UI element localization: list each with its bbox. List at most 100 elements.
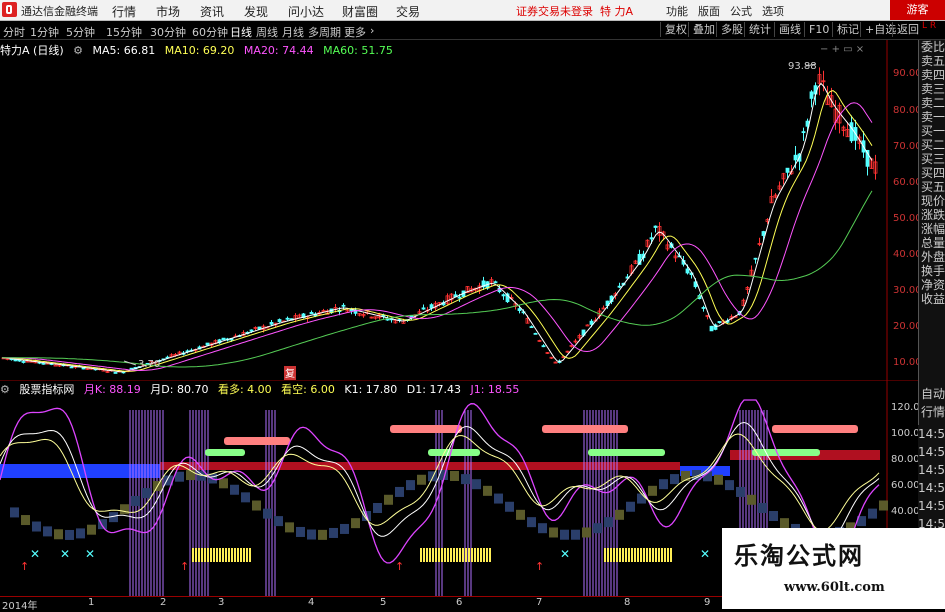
menu-item-market[interactable]: 行情 (112, 3, 136, 20)
cross-marker: ✕ (700, 547, 710, 561)
side-item-auto[interactable]: 自动 (919, 385, 945, 403)
histogram-block (582, 527, 591, 538)
histogram-block (307, 529, 316, 540)
histogram-block (615, 509, 624, 520)
period-weekly[interactable]: 周线 (256, 24, 278, 40)
side-item-ratio[interactable]: 委比 (919, 40, 945, 54)
period-5min[interactable]: 5分钟 (66, 24, 95, 40)
period-tick[interactable]: 分时 (3, 24, 25, 40)
top-signal (772, 425, 858, 433)
cross-marker: ✕ (30, 547, 40, 561)
mid-signal (588, 449, 665, 456)
date-label: 8 (624, 597, 631, 608)
login-notice[interactable]: 证券交易未登录 特 力A (516, 3, 633, 19)
histogram-block (659, 479, 668, 490)
side-item-bid3[interactable]: 买三 (919, 152, 945, 166)
side-item-change-pct[interactable]: 涨幅 (919, 222, 945, 236)
candle-body (701, 307, 706, 309)
tool-draw[interactable]: 画线 (774, 22, 801, 37)
candle-body (793, 154, 798, 161)
yellow-signal (213, 548, 215, 562)
yellow-signal (667, 548, 669, 562)
date-label: 2 (160, 597, 167, 608)
yellow-signal (246, 548, 248, 562)
period-60min[interactable]: 60分钟 (192, 24, 228, 40)
candle-body (617, 285, 622, 288)
side-item-ask3[interactable]: 卖三 (919, 82, 945, 96)
yellow-signal (210, 548, 212, 562)
tick-time: 14:50 (918, 463, 945, 477)
side-item-quote[interactable]: 行情 (919, 403, 945, 421)
yellow-signal (634, 548, 636, 562)
histogram-block (230, 484, 239, 495)
candlestick-chart[interactable]: 93.88 3.70 90.00 80.00 70.00 60.00 50.00… (0, 40, 918, 380)
chevron-right-icon[interactable]: › (370, 24, 374, 37)
side-item-bid2[interactable]: 买二 (919, 138, 945, 152)
menu-formula[interactable]: 公式 (730, 3, 752, 19)
candle-body (69, 366, 74, 369)
candle-body (41, 362, 46, 365)
candle-body (801, 131, 806, 134)
side-item-outer[interactable]: 外盘 (919, 250, 945, 264)
candle-body (753, 257, 758, 260)
main-y-tick-10: 10.00 (893, 357, 918, 368)
side-item-ask1[interactable]: 卖一 (919, 110, 945, 124)
yellow-signal (231, 548, 233, 562)
side-item-volume[interactable]: 总量 (919, 236, 945, 250)
buy-arrow-icon: ↑ (20, 560, 29, 573)
histogram-block (626, 501, 635, 512)
period-daily[interactable]: 日线 (230, 24, 252, 40)
histogram-block (32, 521, 41, 532)
tool-stats[interactable]: 统计 (744, 22, 771, 37)
tool-multi-stock[interactable]: 多股 (716, 22, 743, 37)
candle-body (501, 294, 506, 297)
tool-mark[interactable]: 标记 (832, 22, 859, 37)
side-item-ask4[interactable]: 卖四 (919, 68, 945, 82)
histogram-block (384, 494, 393, 505)
side-item-bid1[interactable]: 买一 (919, 124, 945, 138)
histogram-block (769, 511, 778, 522)
tool-overlay[interactable]: 叠加 (688, 22, 715, 37)
ma-line (2, 102, 873, 372)
tool-back[interactable]: 返回 (892, 22, 919, 37)
menu-item-discover[interactable]: 发现 (244, 3, 268, 20)
guest-button[interactable]: 游客 (890, 0, 945, 20)
menu-function[interactable]: 功能 (666, 3, 688, 19)
side-item-bid5[interactable]: 买五 (919, 180, 945, 194)
menu-item-markets[interactable]: 市场 (156, 3, 180, 20)
menu-item-trade[interactable]: 交易 (396, 3, 420, 20)
tool-f10[interactable]: F10 (804, 22, 829, 37)
histogram-block (142, 488, 151, 499)
yellow-signal (195, 548, 197, 562)
side-item-bid4[interactable]: 买四 (919, 166, 945, 180)
menu-options[interactable]: 选项 (762, 3, 784, 19)
histogram-block (175, 471, 184, 482)
side-item-change[interactable]: 涨跌 (919, 208, 945, 222)
yellow-signal (198, 548, 200, 562)
side-item-ask2[interactable]: 卖二 (919, 96, 945, 110)
menu-item-news[interactable]: 资讯 (200, 3, 224, 20)
histogram-block (450, 470, 459, 481)
period-multi[interactable]: 多周期 (308, 24, 341, 40)
yellow-signal (652, 548, 654, 562)
period-more[interactable]: 更多 (344, 24, 366, 40)
tool-add-watch[interactable]: +自选 (860, 22, 896, 37)
side-item-turnover[interactable]: 换手 (919, 264, 945, 278)
yellow-signal (237, 548, 239, 562)
menu-item-ask[interactable]: 问小达 (288, 3, 324, 20)
histogram-block (879, 500, 888, 511)
period-monthly[interactable]: 月线 (282, 24, 304, 40)
side-item-net-assets[interactable]: 净资 (919, 278, 945, 292)
period-1min[interactable]: 1分钟 (30, 24, 59, 40)
candle-body (541, 345, 546, 348)
period-30min[interactable]: 30分钟 (150, 24, 186, 40)
side-item-earnings[interactable]: 收益 (919, 292, 945, 306)
side-item-ask5[interactable]: 卖五 (919, 54, 945, 68)
menu-layout[interactable]: 版面 (698, 3, 720, 19)
period-15min[interactable]: 15分钟 (106, 24, 142, 40)
tool-adjust[interactable]: 复权 (660, 22, 687, 37)
histogram-block (494, 493, 503, 504)
candle-body (53, 364, 58, 367)
side-item-price[interactable]: 现价 (919, 194, 945, 208)
menu-item-wealth[interactable]: 财富圈 (342, 3, 378, 20)
